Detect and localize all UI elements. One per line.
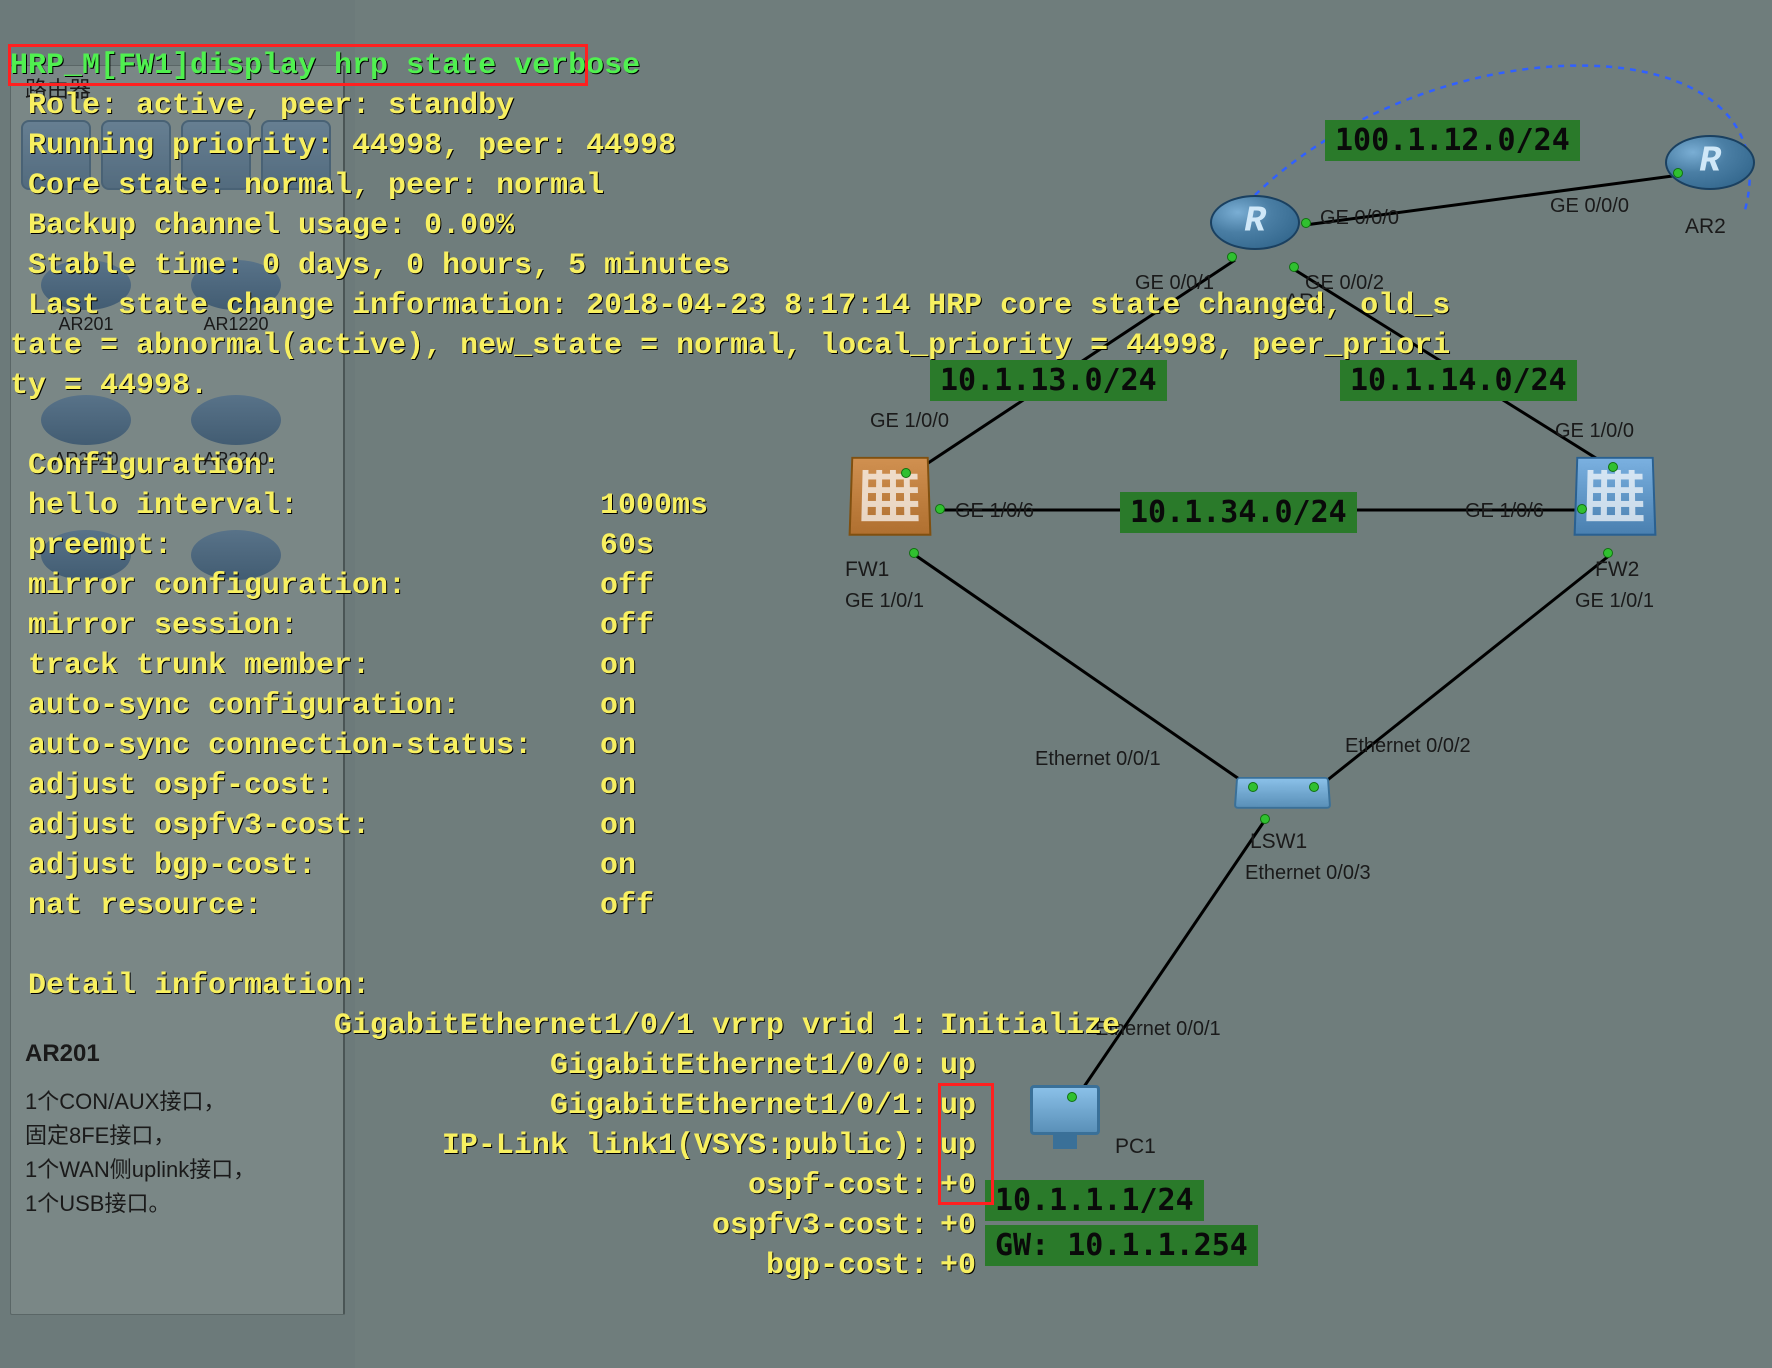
subnet-10-1-13: 10.1.13.0/24 [930,360,1167,401]
port-fw2-ge100: GE 1/0/0 [1555,420,1634,443]
port-fw2-ge106: GE 1/0/6 [1465,500,1544,523]
toolbar-icon[interactable] [181,120,251,190]
port-fw1-ge106: GE 1/0/6 [955,500,1034,523]
node-pc1[interactable] [1025,1085,1105,1150]
device-ar2220[interactable]: AR2220 [41,395,131,470]
device-palette-row: AR201 AR1220 [11,260,343,335]
device-ar1220[interactable]: AR1220 [191,260,281,335]
device-palette-row [11,530,343,580]
toolbar-icon[interactable] [21,120,91,190]
port-pc-e001: Ethernet 0/0/1 [1095,1018,1221,1041]
node-ar1[interactable] [1210,195,1300,250]
topology-canvas[interactable]: AR1 AR2 FW1 FW2 LSW1 PC1 100.1.12.0/24 1… [355,0,1772,1368]
router-icon [1210,195,1300,250]
pc-icon [1025,1085,1105,1150]
node-fw1[interactable] [850,455,930,535]
device-palette-row: AR2220 AR2240 [11,395,343,470]
pc-ip: 10.1.1.1/24 [985,1180,1204,1221]
label-fw2: FW2 [1595,558,1639,582]
label-pc1: PC1 [1115,1135,1156,1159]
label-ar2: AR2 [1685,215,1726,239]
port-ar1-ge001: GE 0/0/1 [1135,272,1214,295]
device-generic[interactable] [191,530,281,580]
port-lsw-e001: Ethernet 0/0/1 [1035,748,1161,771]
toolbar-icon[interactable] [261,120,331,190]
port-lsw-e003: Ethernet 0/0/3 [1245,862,1371,885]
sidebar-tab-label: 路由器 [11,66,343,110]
port-ar2-ge000: GE 0/0/0 [1550,195,1629,218]
toolbar-row-1 [11,110,343,200]
node-ar2[interactable] [1665,135,1755,190]
label-lsw1: LSW1 [1250,830,1307,854]
port-ar1-ge002: GE 0/0/2 [1305,272,1384,295]
subnet-100-1-12: 100.1.12.0/24 [1325,120,1580,161]
detail-pane-desc: 1个CON/AUX接口， 固定8FE接口， 1个WAN侧uplink接口， 1个… [25,1085,255,1221]
port-ar1-ge000: GE 0/0/0 [1320,207,1399,230]
port-fw1-ge101: GE 1/0/1 [845,590,924,613]
port-lsw-e002: Ethernet 0/0/2 [1345,735,1471,758]
subnet-10-1-14: 10.1.14.0/24 [1340,360,1577,401]
node-lsw1[interactable] [1235,775,1330,810]
pc-gw: GW: 10.1.1.254 [985,1225,1258,1266]
device-ar2240[interactable]: AR2240 [191,395,281,470]
device-ar201[interactable]: AR201 [41,260,131,335]
device-generic[interactable] [41,530,131,580]
router-icon [1665,135,1755,190]
port-fw2-ge101: GE 1/0/1 [1575,590,1654,613]
detail-pane-title: AR201 [25,1040,100,1068]
toolbar-icon[interactable] [101,120,171,190]
subnet-10-1-34: 10.1.34.0/24 [1120,492,1357,533]
firewall-icon [849,457,932,536]
label-fw1: FW1 [845,558,889,582]
port-fw1-ge100: GE 1/0/0 [870,410,949,433]
